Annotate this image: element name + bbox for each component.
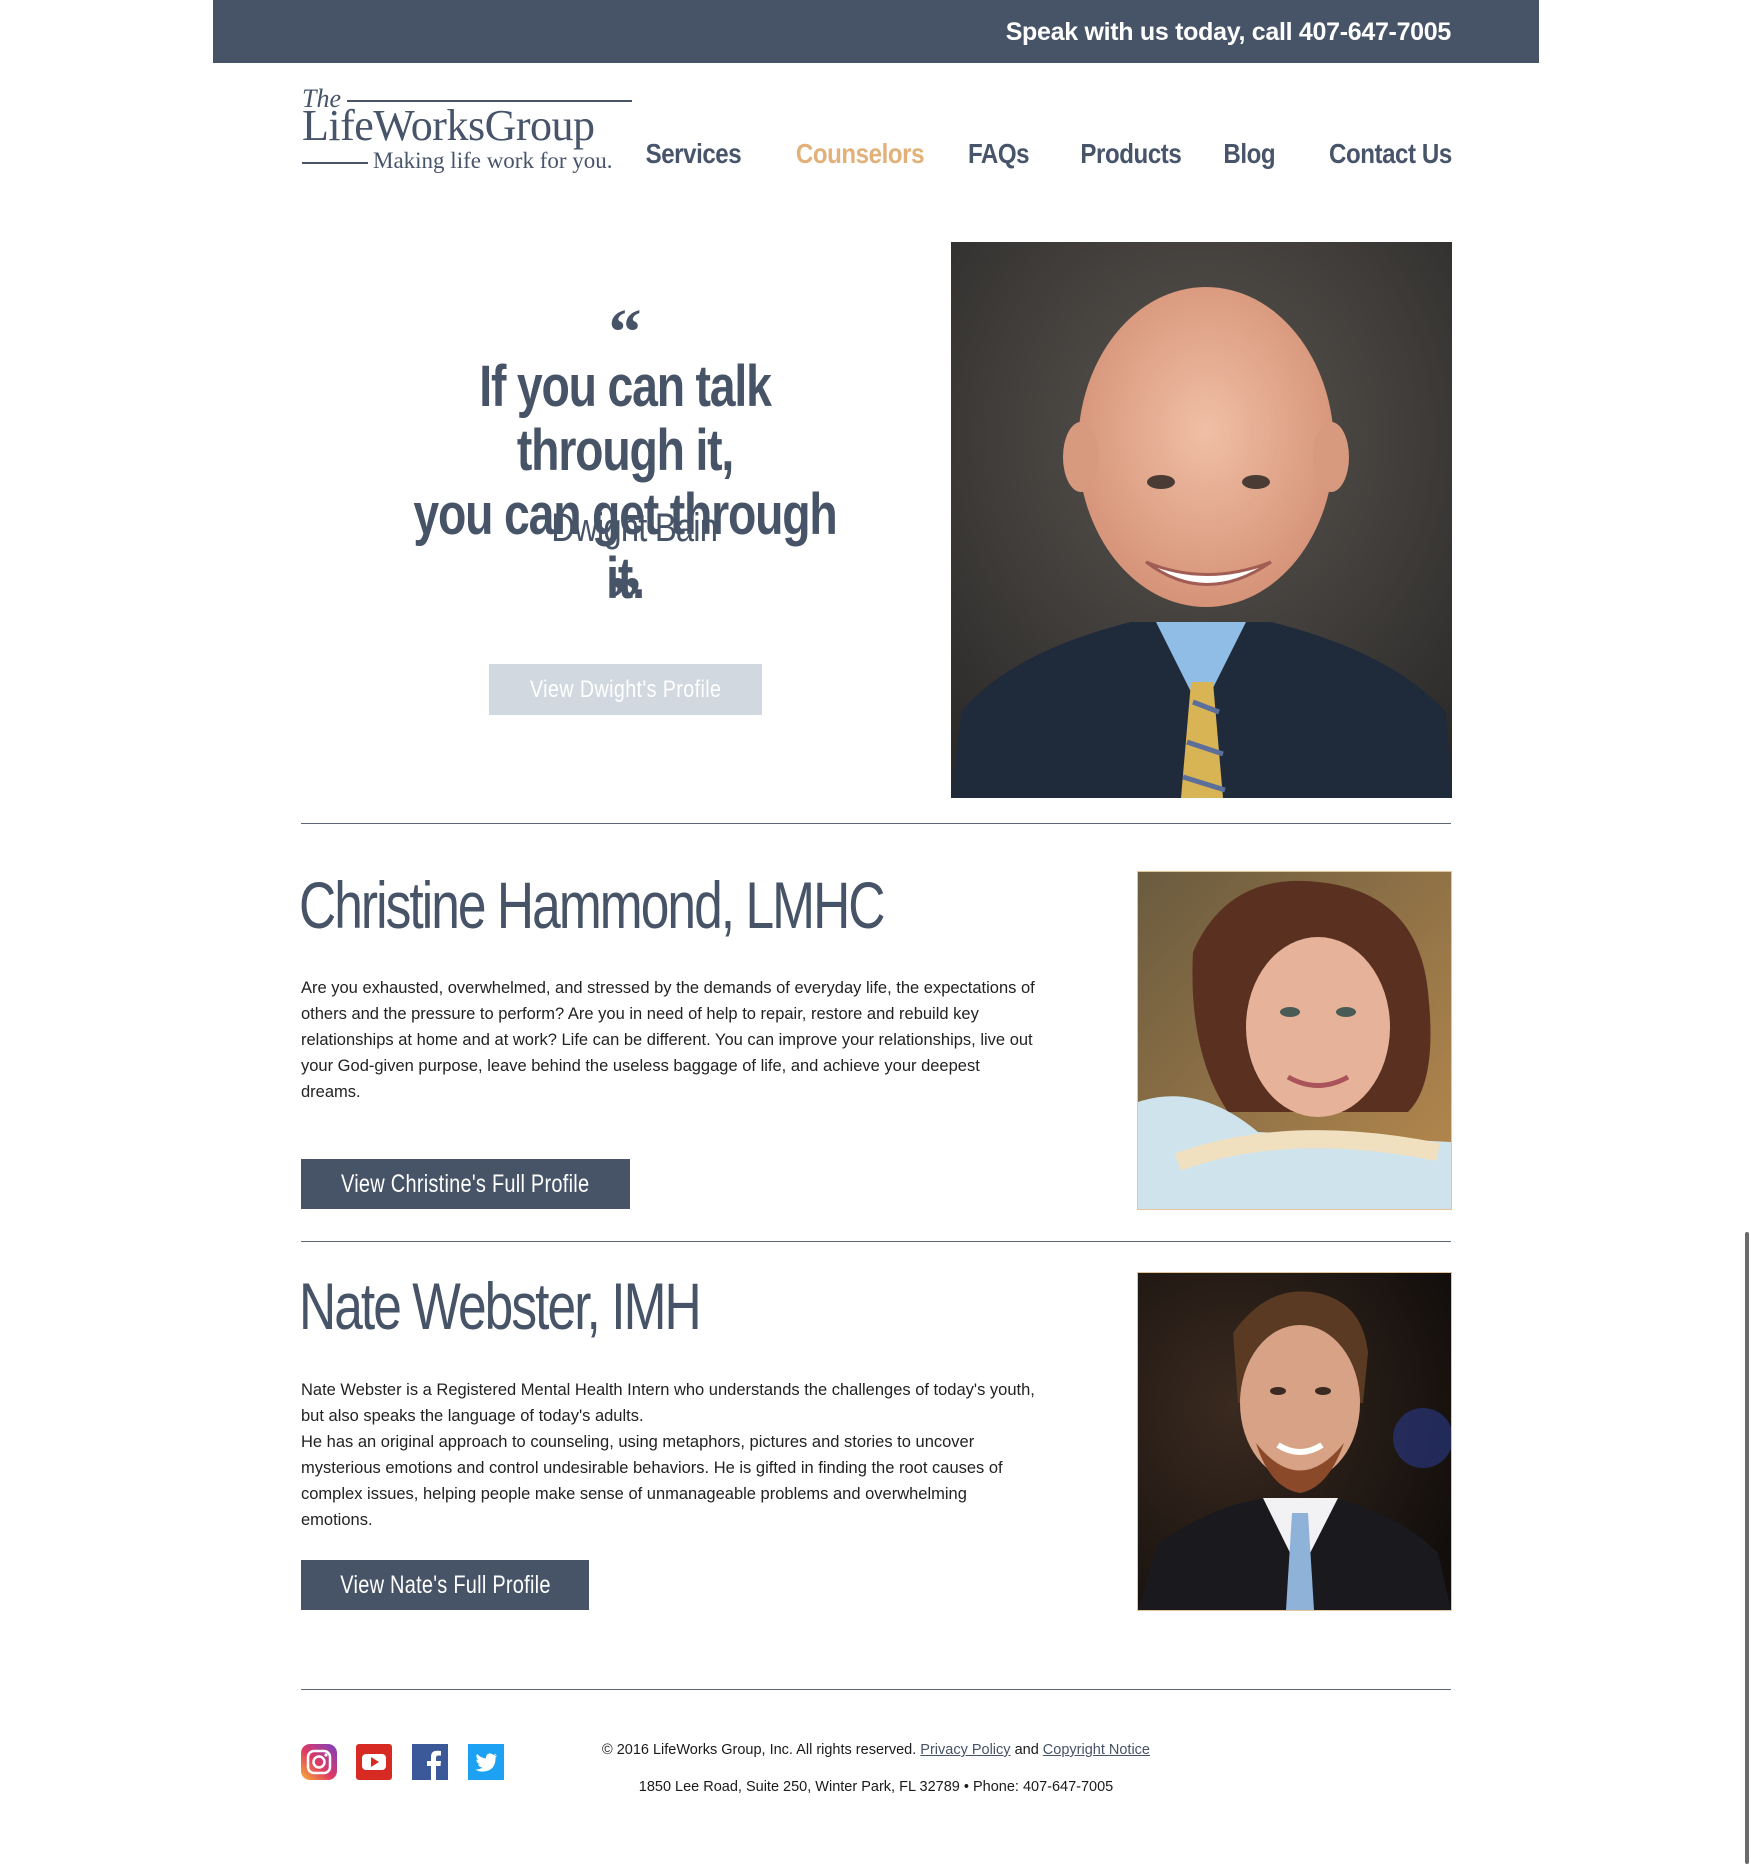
section-divider [301, 1689, 1451, 1690]
nav-blog[interactable]: Blog [1223, 138, 1275, 170]
dwight-bain-photo [951, 242, 1452, 798]
page-scrollbar[interactable] [1745, 1232, 1749, 1864]
view-christine-profile-button[interactable]: View Christine's Full Profile [301, 1159, 630, 1209]
top-bar: Speak with us today, call 407-647-7005 [213, 0, 1539, 63]
counselor-name: Christine Hammond, LMHC [299, 868, 885, 942]
facebook-icon[interactable] [412, 1744, 448, 1780]
nav-contact-us[interactable]: Contact Us [1329, 138, 1452, 170]
privacy-policy-link[interactable]: Privacy Policy [920, 1742, 1010, 1758]
nav-products[interactable]: Products [1080, 138, 1181, 170]
and-text: and [1014, 1742, 1039, 1758]
twitter-icon[interactable] [468, 1744, 504, 1780]
nate-webster-photo [1137, 1272, 1452, 1611]
view-nate-profile-button[interactable]: View Nate's Full Profile [301, 1560, 589, 1610]
nav-counselors[interactable]: Counselors [796, 138, 925, 170]
counselor-bio: Are you exhausted, overwhelmed, and stre… [301, 975, 1041, 1105]
logo-rule [302, 162, 368, 164]
counselor-name: Nate Webster, IMH [299, 1269, 702, 1343]
button-label: View Christine's Full Profile [341, 1169, 590, 1198]
instagram-icon[interactable] [301, 1744, 337, 1780]
main-nav: Services Counselors FAQs Products Blog C… [630, 138, 1453, 170]
button-label: View Nate's Full Profile [339, 1570, 551, 1599]
nav-faqs[interactable]: FAQs [968, 138, 1030, 170]
button-label: View Dwight's Profile [529, 675, 722, 703]
quote-author: - Dwight Bain [532, 506, 718, 550]
logo-tagline: Making life work for you. [373, 148, 613, 173]
close-quote-mark: ” [608, 564, 642, 637]
logo-name: LifeWorksGroup [302, 101, 595, 150]
counselor-bio: Nate Webster is a Registered Mental Heal… [301, 1377, 1041, 1533]
youtube-icon[interactable] [356, 1744, 392, 1780]
bio-paragraph: Nate Webster is a Registered Mental Heal… [301, 1381, 1035, 1425]
bio-paragraph: Are you exhausted, overwhelmed, and stre… [301, 979, 1035, 1101]
quote-line: If you can talk through it, [479, 354, 772, 483]
phone-call-text[interactable]: Speak with us today, call 407-647-7005 [1006, 18, 1452, 47]
copyright-notice-link[interactable]: Copyright Notice [1043, 1742, 1150, 1758]
bio-paragraph: He has an original approach to counselin… [301, 1433, 1003, 1529]
site-logo[interactable]: The LifeWorksGroup Making life work for … [302, 84, 634, 179]
christine-hammond-photo [1137, 871, 1452, 1210]
view-dwight-profile-button[interactable]: View Dwight's Profile [489, 664, 762, 715]
section-divider [301, 1241, 1451, 1242]
nav-services[interactable]: Services [646, 138, 742, 170]
footer-copyright-line: © 2016 LifeWorks Group, Inc. All rights … [520, 1742, 1232, 1758]
copyright-text: © 2016 LifeWorks Group, Inc. All rights … [602, 1742, 917, 1758]
section-divider [301, 823, 1451, 824]
footer-address: 1850 Lee Road, Suite 250, Winter Park, F… [638, 1779, 1114, 1795]
